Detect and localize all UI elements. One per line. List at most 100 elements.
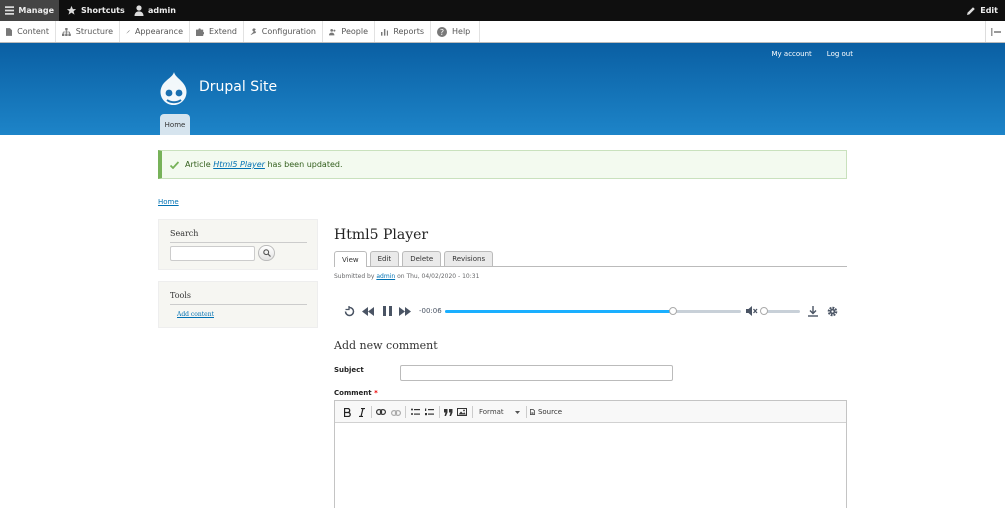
- shortcuts-label: Shortcuts: [81, 6, 125, 15]
- pause-button[interactable]: [380, 304, 394, 318]
- rewind-icon: [362, 306, 374, 316]
- toolbar-separator: [405, 406, 406, 418]
- tray-item-configuration[interactable]: Configuration: [244, 21, 323, 42]
- volume-slider[interactable]: [760, 307, 800, 315]
- bulleted-list-icon: [410, 408, 420, 415]
- time-display: -00:06: [419, 307, 442, 315]
- paintbrush-icon: [126, 29, 130, 34]
- format-dropdown[interactable]: Format: [475, 405, 523, 419]
- tray-item-structure[interactable]: Structure: [56, 21, 120, 42]
- document-icon: [6, 27, 13, 36]
- seek-bar-fill: [445, 310, 673, 313]
- manage-button[interactable]: Manage: [0, 0, 59, 21]
- message-node-link[interactable]: Html5 Player: [213, 160, 265, 169]
- local-tasks: View Edit Delete Revisions: [334, 251, 847, 267]
- settings-button[interactable]: [825, 304, 839, 318]
- check-icon: [170, 160, 179, 169]
- toolbar-separator: [472, 406, 473, 418]
- user-icon: [134, 5, 144, 16]
- submitted-date: on Thu, 04/02/2020 - 10:31: [397, 273, 480, 280]
- tray-item-extend[interactable]: Extend: [190, 21, 244, 42]
- orientation-icon: [990, 27, 1001, 36]
- seek-bar[interactable]: [445, 307, 741, 315]
- tab-revisions[interactable]: Revisions: [444, 251, 494, 266]
- help-icon: ?: [437, 26, 447, 37]
- tools-block-title: Tools: [170, 291, 307, 305]
- author-link[interactable]: admin: [376, 273, 395, 280]
- comment-label: Comment *: [334, 389, 378, 397]
- bold-button[interactable]: [342, 405, 352, 419]
- restart-icon: [344, 305, 354, 316]
- my-account-link[interactable]: My account: [772, 50, 812, 58]
- tab-edit[interactable]: Edit: [369, 251, 400, 266]
- search-block: Search: [158, 219, 318, 270]
- tab-delete[interactable]: Delete: [402, 251, 442, 266]
- svg-text:?: ?: [440, 28, 444, 37]
- search-button[interactable]: [258, 245, 275, 261]
- source-button[interactable]: Source: [530, 405, 562, 419]
- add-content-link[interactable]: Add content: [177, 311, 214, 318]
- comment-label-text: Comment: [334, 389, 372, 397]
- italic-icon: [359, 407, 365, 417]
- main-nav-home[interactable]: Home: [160, 114, 190, 135]
- pause-icon: [382, 306, 392, 316]
- subject-input[interactable]: [400, 365, 673, 381]
- search-block-title: Search: [170, 229, 307, 243]
- tray-item-label: People: [341, 27, 368, 36]
- edit-label: Edit: [980, 6, 998, 15]
- tray-item-reports[interactable]: Reports: [375, 21, 431, 42]
- numbered-list-button[interactable]: [423, 405, 435, 419]
- search-icon: [262, 249, 271, 257]
- audio-player: -00:06: [334, 300, 847, 322]
- mute-button[interactable]: [745, 304, 759, 318]
- search-input[interactable]: [170, 246, 255, 261]
- required-marker: *: [374, 389, 378, 397]
- source-icon: [530, 409, 535, 415]
- status-message: Article Html5 Player has been updated.: [158, 150, 847, 179]
- blockquote-button[interactable]: [442, 405, 454, 419]
- manage-label: Manage: [18, 6, 54, 15]
- user-button[interactable]: admin: [129, 0, 181, 21]
- seek-bar-thumb[interactable]: [668, 307, 677, 315]
- download-button[interactable]: [806, 304, 820, 318]
- fast-forward-button[interactable]: [398, 304, 412, 318]
- hamburger-icon: [5, 6, 15, 15]
- tray-item-label: Configuration: [261, 27, 316, 36]
- link-button[interactable]: [375, 405, 387, 419]
- admin-toolbar: Manage Shortcuts admin Edit: [0, 0, 1005, 21]
- tray-orientation-toggle[interactable]: [985, 21, 1005, 42]
- edit-mode-button[interactable]: Edit: [961, 0, 1003, 21]
- tab-view[interactable]: View: [334, 251, 367, 267]
- tray-item-label: Help: [452, 27, 471, 36]
- people-icon: [329, 28, 336, 35]
- comment-editor[interactable]: Format Source: [334, 400, 847, 508]
- star-icon: [66, 5, 77, 15]
- puzzle-icon: [196, 27, 204, 36]
- tray-item-people[interactable]: People: [323, 21, 375, 42]
- unlink-button[interactable]: [390, 405, 402, 419]
- bulleted-list-button[interactable]: [409, 405, 421, 419]
- toolbar-separator: [526, 406, 527, 418]
- drupal-logo-icon[interactable]: [158, 72, 190, 107]
- restart-button[interactable]: [342, 304, 356, 318]
- pencil-icon: [967, 6, 976, 15]
- admin-tray: Content Structure Appearance Extend Conf…: [0, 21, 1005, 43]
- comment-form-heading: Add new comment: [334, 339, 438, 352]
- italic-button[interactable]: [357, 405, 367, 419]
- tray-item-appearance[interactable]: Appearance: [120, 21, 190, 42]
- tray-item-content[interactable]: Content: [0, 21, 56, 42]
- breadcrumb-home[interactable]: Home: [158, 198, 179, 206]
- wrench-icon: [250, 27, 257, 35]
- image-button[interactable]: [456, 405, 468, 419]
- rewind-button[interactable]: [361, 304, 375, 318]
- site-name[interactable]: Drupal Site: [199, 79, 277, 95]
- submitted-info: Submitted by admin on Thu, 04/02/2020 - …: [334, 273, 479, 280]
- site-header: My account Log out Drupal Site Home: [0, 43, 1005, 135]
- tray-item-help[interactable]: ? Help: [431, 21, 480, 42]
- bar-chart-icon: [381, 28, 389, 36]
- numbered-list-icon: [424, 408, 434, 416]
- volume-thumb[interactable]: [760, 307, 768, 315]
- format-dropdown-label: Format: [479, 408, 504, 416]
- shortcuts-button[interactable]: Shortcuts: [61, 0, 130, 21]
- log-out-link[interactable]: Log out: [827, 50, 853, 58]
